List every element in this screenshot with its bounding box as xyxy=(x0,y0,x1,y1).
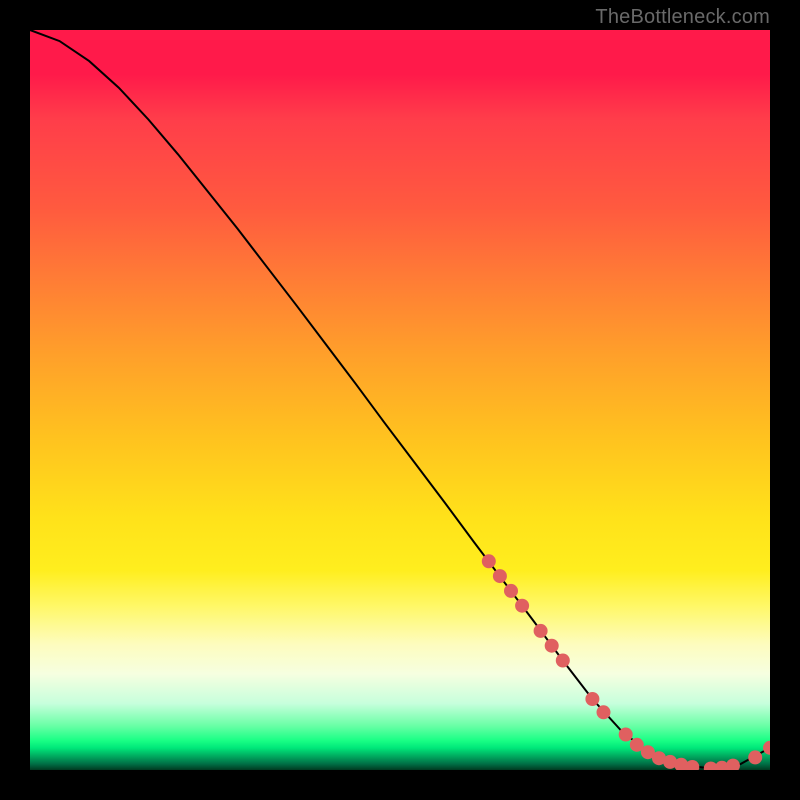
data-marker xyxy=(748,750,762,764)
data-marker xyxy=(597,705,611,719)
watermark-text: TheBottleneck.com xyxy=(595,6,770,29)
data-marker xyxy=(545,639,559,653)
plot-area xyxy=(30,30,770,770)
chart-svg xyxy=(30,30,770,770)
chart-stage: TheBottleneck.com xyxy=(0,0,800,800)
bottleneck-curve xyxy=(30,30,770,769)
data-marker xyxy=(685,760,699,770)
data-marker xyxy=(504,584,518,598)
data-marker xyxy=(493,569,507,583)
data-marker xyxy=(585,692,599,706)
marker-group xyxy=(482,554,770,770)
data-marker xyxy=(515,599,529,613)
data-marker xyxy=(534,624,548,638)
data-marker xyxy=(482,554,496,568)
data-marker xyxy=(763,741,770,755)
data-marker xyxy=(726,759,740,770)
data-marker xyxy=(556,654,570,668)
data-marker xyxy=(619,728,633,742)
